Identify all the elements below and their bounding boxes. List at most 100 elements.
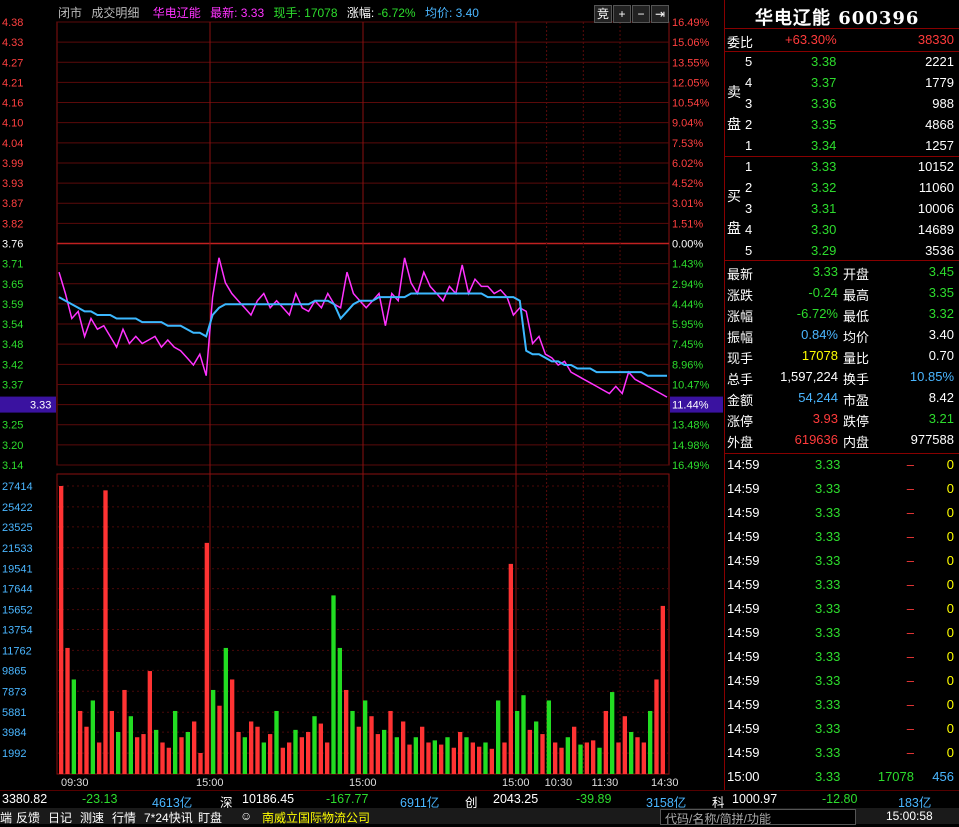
sell-price: 3.34 [811,138,837,153]
buy-price: 3.32 [811,180,837,195]
volume-bar [451,747,456,774]
volume-bar [622,716,627,774]
broker-link[interactable]: 南威立国际物流公司 [262,809,370,826]
volume-bar [439,744,444,774]
stat-label: 涨跌 [727,288,754,303]
bottom-item-quotes[interactable]: 行情 [112,809,136,826]
volume-bar [154,729,159,774]
zoom-in-button[interactable]: + [613,5,631,23]
tick-volume: – [906,553,914,568]
auction-button[interactable]: 竞 [594,5,612,23]
price-tick-left: 3.71 [2,259,23,271]
tick-row: 14:59 3.33 – 0 [725,743,958,763]
volume-bar [603,710,608,774]
cur-vol-label: 现手: [273,6,301,20]
volume-bar [489,748,494,774]
zoom-out-button[interactable]: − [632,5,650,23]
stat-value: 3.35 [928,285,954,300]
buy-volume: 11060 [918,180,954,195]
volume-bar [109,710,114,774]
buy-row: 1 3.33 10152 [725,157,958,177]
price-tick-right: 3.01% [672,198,703,210]
price-tick-left: 3.76 [2,239,23,251]
volume-bar [382,729,387,774]
stat-label: 最低 [843,309,870,324]
volume-bar [337,647,342,774]
bottom-item-feedback[interactable]: 反馈 [16,809,40,826]
volume-bar [464,737,469,774]
time-tick: 15:00 [502,777,530,789]
volume-tick: 1992 [2,748,26,760]
tab-trades[interactable]: 成交明细 [91,6,139,20]
stat-value: 619636 [794,432,838,447]
weibi-row: 委比 +63.30% 38330 [725,30,958,50]
sell-row: 5 3.38 2221 [725,52,958,72]
stat-label: 现手 [727,351,754,366]
stat-value: 3.33 [812,264,838,279]
jump-end-button[interactable]: ⇥ [651,5,669,23]
tick-price: 3.33 [815,529,841,544]
bottom-item-speedtest[interactable]: 测速 [80,809,104,826]
tick-count: 0 [946,721,954,736]
volume-bar [458,731,463,774]
bottom-item-watch[interactable]: 盯盘 [198,809,222,826]
volume-tick: 19541 [2,564,33,576]
tick-price: 3.33 [815,481,841,496]
tick-price: 3.33 [815,697,841,712]
price-tick-left: 3.59 [2,299,23,311]
price-tick-right: 9.04% [672,118,703,130]
sell-volume: 1779 [925,75,954,90]
stat-label: 总手 [727,372,754,387]
tick-price: 3.33 [815,649,841,664]
chat-icon[interactable]: ☺ [240,809,252,823]
tick-time: 14:59 [727,481,760,496]
time-tick: 15:00 [349,777,377,789]
volume-bar [641,742,646,774]
bottom-item-diary[interactable]: 日记 [48,809,72,826]
stat-row: 涨跌 -0.24 最高 3.35 [725,283,958,303]
search-input[interactable]: 代码/名称/简拼/功能 [660,809,856,826]
volume-bar [185,731,190,774]
volume-bar [71,679,76,774]
volume-bar [287,742,292,774]
volume-bar [648,710,653,774]
volume-bar [59,486,64,774]
price-tick-right: 8.96% [672,359,703,371]
tab-closed[interactable]: 闭市 [58,6,82,20]
sell-price: 3.38 [811,54,837,69]
stat-value: 17078 [801,348,838,363]
sell-level: 1 [745,138,753,153]
tick-volume: – [906,721,914,736]
volume-bar [141,734,146,774]
chart-canvas[interactable]: 4.38 16.49% 4.33 15.06% 4.27 13.55% 4.21 12.05%… [0,0,724,790]
buy-level: 4 [745,222,753,237]
bottom-item-news[interactable]: 7*24快讯 [144,809,193,826]
bottom-item-0[interactable]: 端 [0,809,12,826]
tick-row: 14:59 3.33 – 0 [725,671,958,691]
avg-value: 3.40 [455,6,479,20]
volume-bar [325,742,330,774]
tick-time: 14:59 [727,577,760,592]
volume-tick: 27414 [2,481,33,493]
volume-bar [597,747,602,774]
volume-bar [344,689,349,774]
stat-label: 均价 [843,330,870,345]
price-tick-right: 14.98% [672,440,710,452]
volume-bar [179,737,184,774]
price-tick-right: 13.48% [672,420,710,432]
price-tick-left: 4.38 [2,17,23,29]
volume-bar [166,747,171,774]
stat-row: 总手 1,597,224 换手 10.85% [725,367,958,387]
price-tick-right: 7.45% [672,339,703,351]
tick-price: 3.33 [815,577,841,592]
volume-bar [407,744,412,774]
volume-tick: 17644 [2,584,33,596]
volume-bar [591,740,596,774]
volume-bar [173,710,178,774]
sell-row: 4 3.37 1779 [725,73,958,93]
volume-tick: 21533 [2,543,33,555]
price-tick-left: 4.10 [2,118,23,130]
chart-header: 闭市 成交明细 华电辽能 最新: 3.33 现手: 17078 涨幅: -6.7… [58,4,588,22]
stat-row: 最新 3.33 开盘 3.45 [725,262,958,282]
volume-bar [540,734,545,774]
